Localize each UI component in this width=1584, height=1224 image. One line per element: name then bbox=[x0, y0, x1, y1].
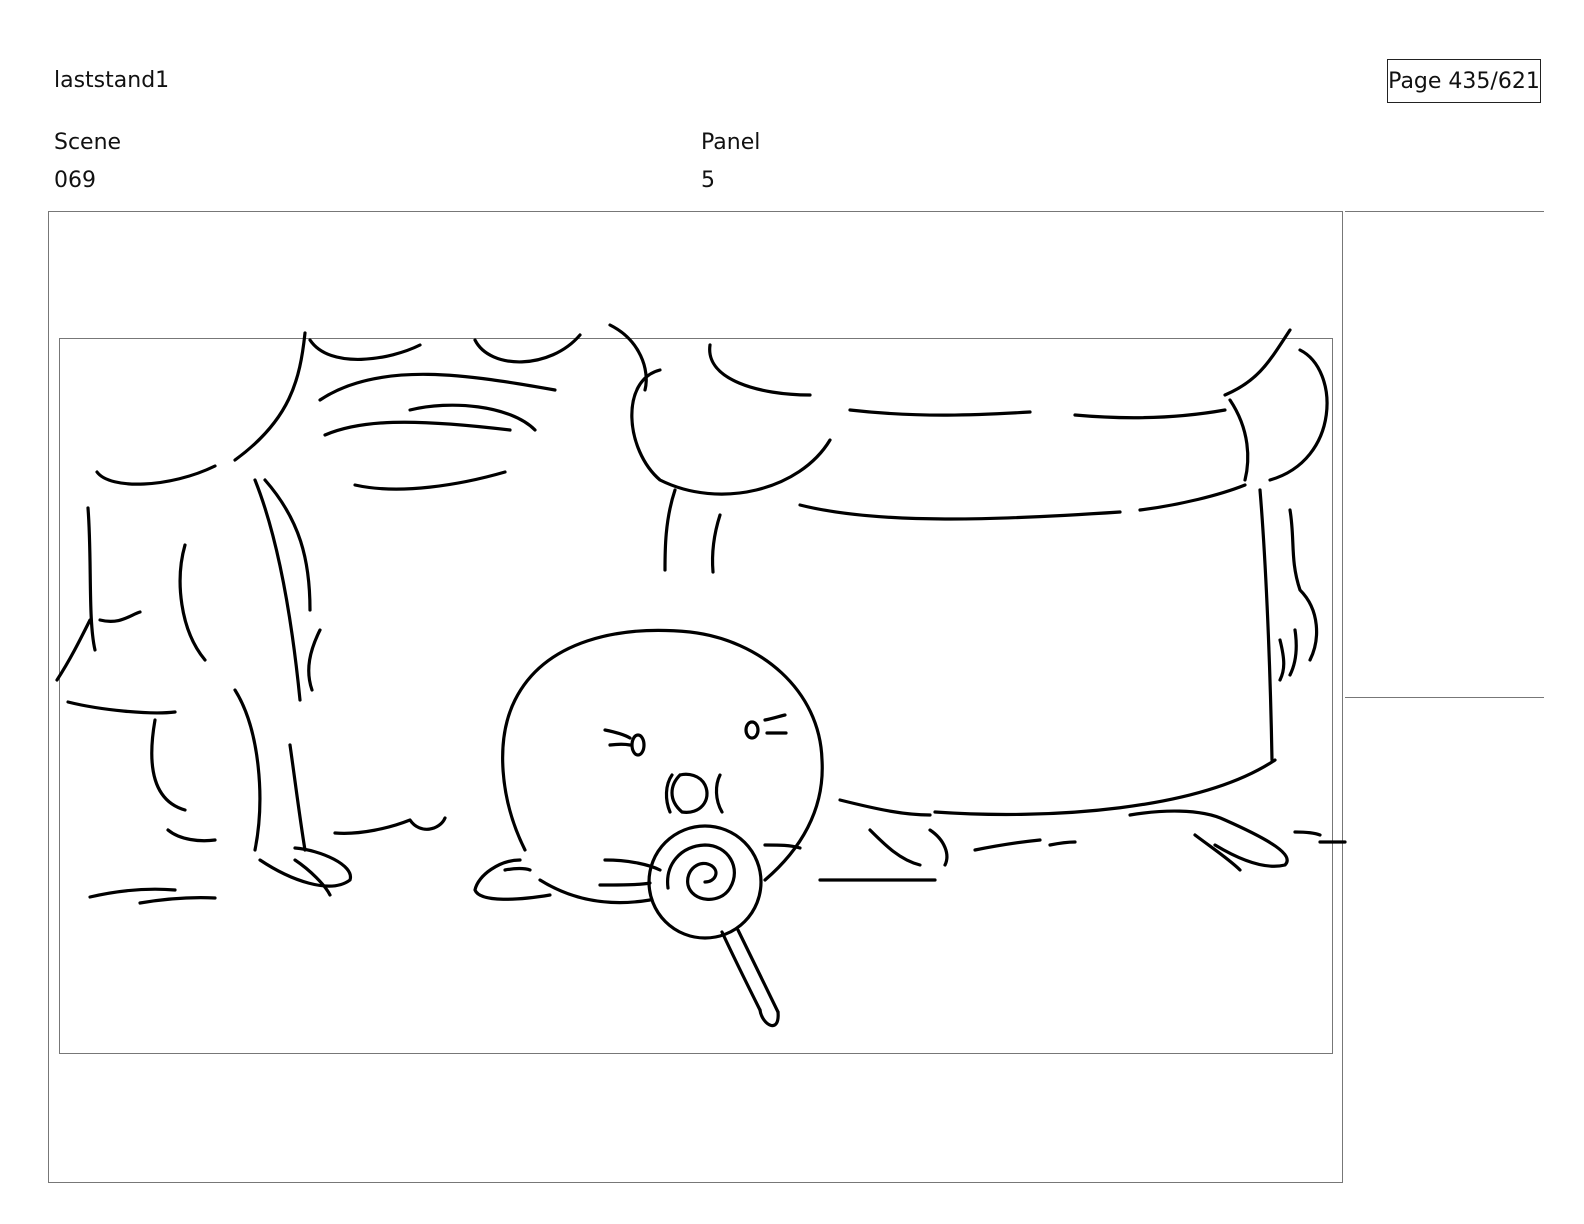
right-creature-sketch bbox=[608, 323, 1347, 882]
lollipop-character-sketch bbox=[473, 628, 824, 1028]
left-creature-sketch bbox=[55, 331, 582, 905]
storyboard-sketch bbox=[55, 323, 1347, 1028]
